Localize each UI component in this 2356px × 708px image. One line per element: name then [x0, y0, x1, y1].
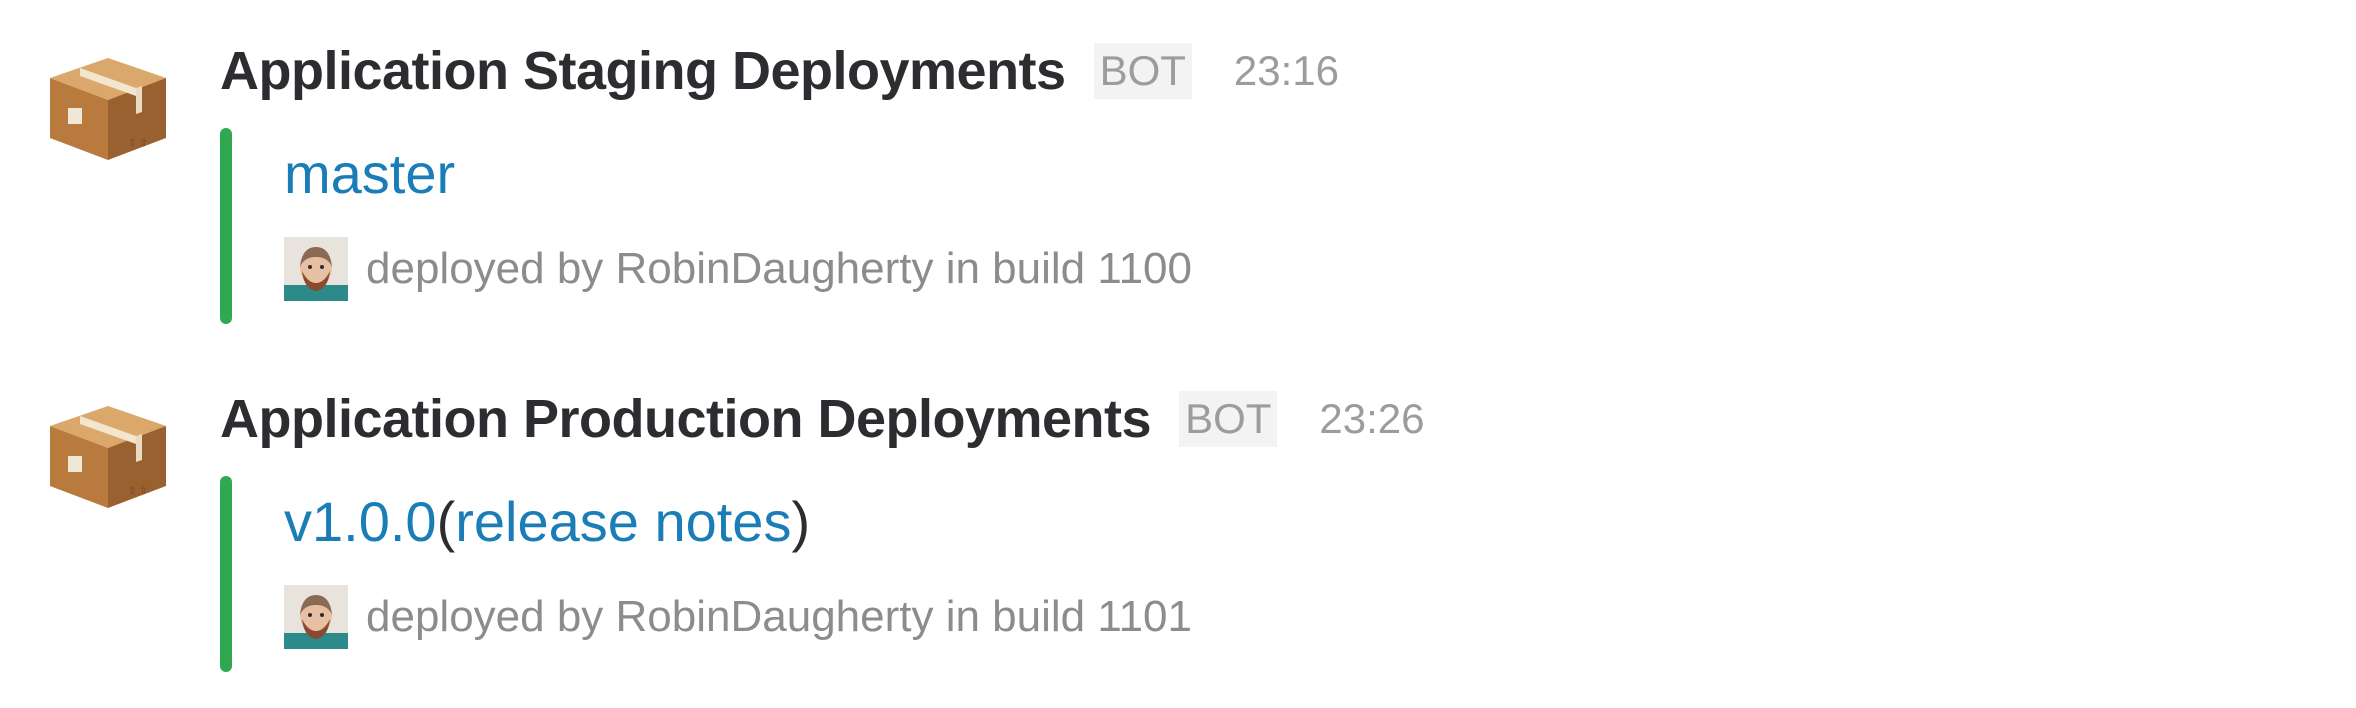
sender-name[interactable]: Application Production Deployments — [220, 388, 1152, 450]
attachment-footer: deployed by RobinDaugherty in build 1100 — [284, 236, 1192, 302]
version-link[interactable]: v1.0.0 — [284, 490, 437, 553]
attachment-footer: deployed by RobinDaugherty in build 1101 — [284, 584, 1192, 650]
release-notes-link[interactable]: release notes — [455, 490, 791, 553]
branch-link[interactable]: master — [284, 142, 455, 205]
footer-text: deployed by RobinDaugherty in build 1101 — [366, 592, 1192, 641]
footer-text: deployed by RobinDaugherty in build 1100 — [366, 244, 1192, 293]
message-timestamp[interactable]: 23:26 — [1319, 395, 1424, 443]
bot-badge: BOT — [1093, 43, 1192, 99]
attachment-color-bar — [220, 128, 232, 324]
bot-badge: BOT — [1179, 391, 1278, 447]
user-avatar-icon — [284, 237, 348, 301]
package-box-icon[interactable]: ⇧ ⇧ — [40, 386, 176, 522]
open-paren: ( — [436, 490, 456, 553]
attachment-title: master — [284, 142, 455, 206]
user-avatar-icon — [284, 585, 348, 649]
attachment-title: v1.0.0(release notes) — [284, 490, 810, 554]
close-paren: ) — [791, 490, 811, 553]
attachment-color-bar — [220, 476, 232, 672]
svg-text:⇧ ⇧: ⇧ ⇧ — [128, 138, 148, 149]
attachment: v1.0.0(release notes) deployed by RobinD… — [220, 476, 1720, 672]
message-header: Application Production Deployments BOT 2… — [220, 386, 1425, 452]
svg-text:⇧ ⇧: ⇧ ⇧ — [128, 486, 148, 497]
package-box-icon[interactable]: ⇧ ⇧ — [40, 38, 176, 174]
message-timestamp[interactable]: 23:16 — [1234, 47, 1339, 95]
message-header: Application Staging Deployments BOT 23:1… — [220, 38, 1339, 104]
sender-name[interactable]: Application Staging Deployments — [220, 40, 1066, 102]
attachment: master deployed by RobinDaugherty in bui… — [220, 128, 1720, 324]
